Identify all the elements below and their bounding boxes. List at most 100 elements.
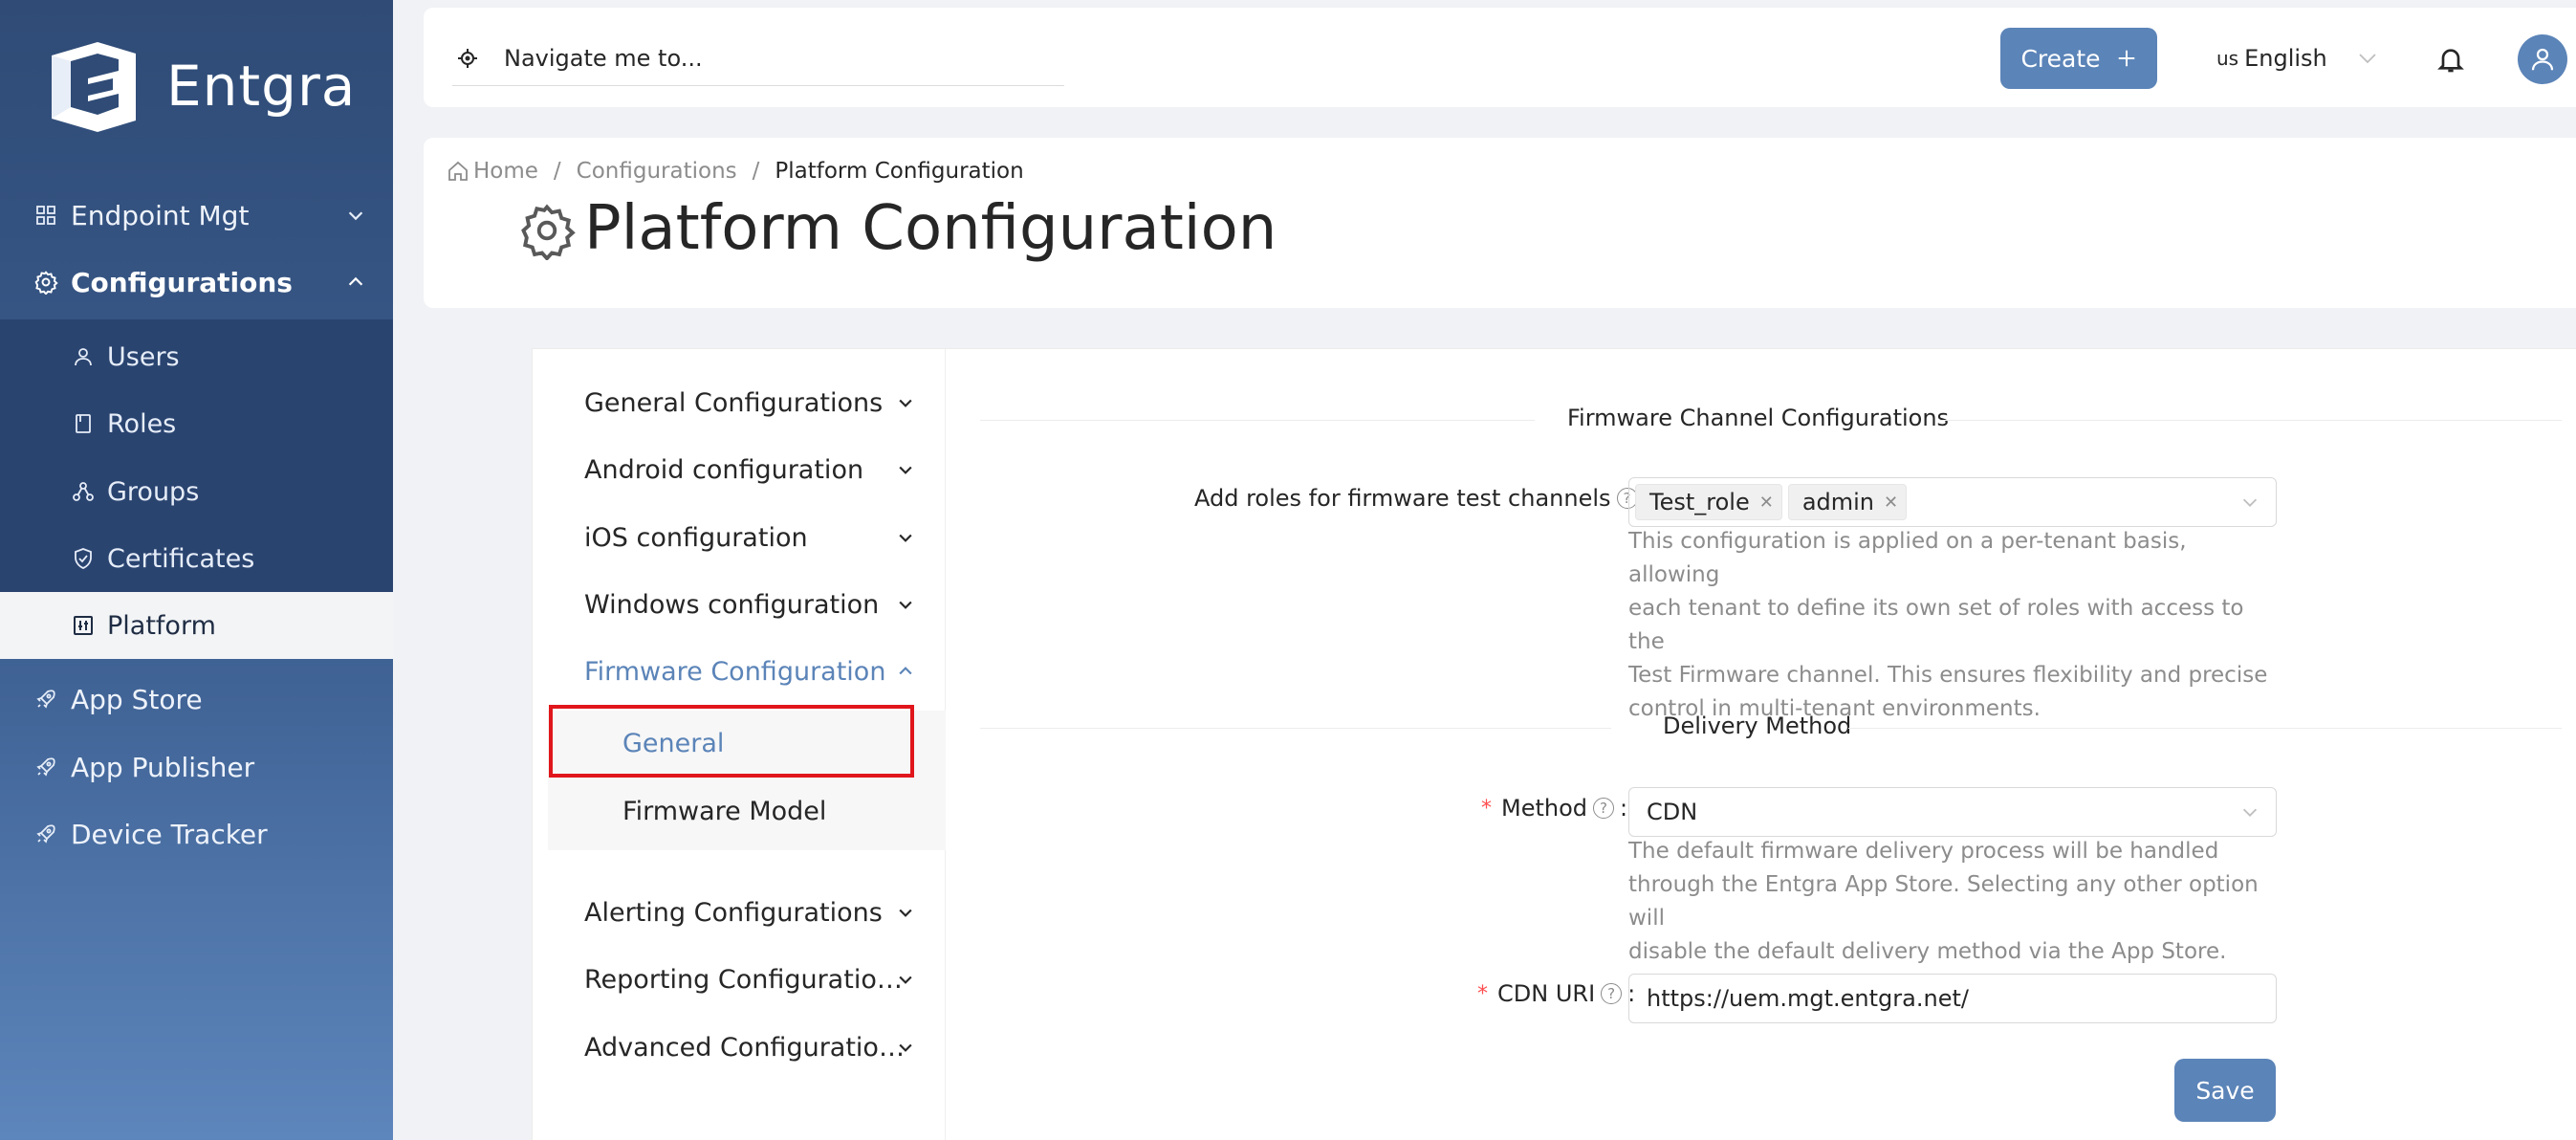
sidebar-item-label: Endpoint Mgt — [71, 199, 250, 231]
question-circle-icon[interactable]: ? — [1601, 983, 1623, 1004]
breadcrumb-configurations[interactable]: Configurations — [577, 159, 737, 184]
required-marker: * — [1481, 796, 1492, 821]
menu-reporting-configurations[interactable]: Reporting Configuratio… — [584, 951, 928, 1008]
menu-firmware-configuration[interactable]: Firmware Configuration — [584, 643, 928, 700]
help-line: Test Firmware channel. This ensures flex… — [1628, 663, 2268, 688]
role-tag-label: Test_role — [1649, 489, 1750, 515]
sidebar-item-certificates[interactable]: Certificates — [0, 525, 393, 592]
role-tag: admin ✕ — [1787, 484, 1908, 520]
chevron-down-icon — [899, 976, 912, 984]
menu-item-label: iOS configuration — [584, 522, 808, 553]
chevron-down-icon — [899, 1043, 912, 1052]
language-selector[interactable]: us English — [2216, 36, 2379, 80]
navigate-search[interactable]: Navigate me to... — [452, 31, 1064, 86]
help-line: through the Entgra App Store. Selecting … — [1628, 872, 2259, 931]
roles-label-text: Add roles for firmware test channels — [1194, 485, 1611, 512]
sidebar-item-label: Roles — [107, 408, 177, 439]
chevron-down-icon — [899, 399, 912, 407]
menu-alerting-configurations[interactable]: Alerting Configurations — [584, 884, 928, 941]
sidebar-item-endpoint-mgt[interactable]: Endpoint Mgt — [0, 182, 393, 249]
bell-icon[interactable] — [2435, 43, 2466, 76]
method-value: CDN — [1647, 799, 1698, 825]
rocket-icon — [33, 686, 59, 712]
config-card: General Configurations Android configura… — [532, 348, 2576, 1140]
chevron-down-icon — [899, 534, 912, 542]
sidebar-item-label: Configurations — [71, 266, 293, 298]
plus-icon — [2118, 50, 2134, 67]
sidebar-item-app-store[interactable]: App Store — [0, 666, 393, 733]
brand-name: Entgra — [166, 54, 357, 119]
menu-item-label: Windows configuration — [584, 589, 880, 620]
page-header: Home / Configurations / Platform Configu… — [424, 138, 2576, 308]
help-line: disable the default delivery method via … — [1628, 939, 2227, 964]
help-line: each tenant to define its own set of rol… — [1628, 596, 2244, 654]
chevron-down-icon — [899, 601, 912, 609]
roles-select[interactable]: Test_role ✕ admin ✕ — [1628, 477, 2277, 527]
menu-ios-configuration[interactable]: iOS configuration — [584, 509, 928, 566]
menu-item-label: Alerting Configurations — [584, 897, 883, 928]
question-circle-icon[interactable]: ? — [1593, 798, 1615, 819]
cdn-uri-input[interactable]: https://uem.mgt.entgra.net/ — [1628, 974, 2277, 1023]
sliders-icon — [71, 613, 96, 638]
chevron-down-icon — [2242, 808, 2258, 817]
chevron-up-icon — [899, 667, 912, 675]
cdn-uri-value: https://uem.mgt.entgra.net/ — [1647, 985, 1969, 1012]
sidebar-item-device-tracker[interactable]: Device Tracker — [0, 800, 393, 867]
sidebar-item-app-publisher[interactable]: App Publisher — [0, 734, 393, 800]
sidebar-item-groups[interactable]: Groups — [0, 458, 393, 525]
menu-firmware-model[interactable]: Firmware Model — [622, 782, 826, 840]
close-icon[interactable]: ✕ — [1884, 493, 1898, 513]
grid-icon — [33, 202, 59, 229]
search-placeholder: Navigate me to... — [504, 44, 703, 72]
section-title-firmware-channel: Firmware Channel Configurations — [1567, 405, 1950, 431]
role-tag-label: admin — [1801, 489, 1875, 515]
shield-check-icon — [71, 546, 96, 571]
create-button-label: Create — [2020, 44, 2101, 73]
menu-windows-configuration[interactable]: Windows configuration — [584, 576, 928, 633]
sidebar-item-label: Certificates — [107, 543, 255, 574]
sidebar-item-roles[interactable]: Roles — [0, 390, 393, 457]
sidebar-item-label: Device Tracker — [71, 818, 268, 850]
sidebar-item-configurations[interactable]: Configurations — [0, 249, 393, 316]
chevron-down-icon — [899, 909, 912, 917]
create-button[interactable]: Create — [2000, 28, 2157, 89]
entgra-logo[interactable]: Entgra — [42, 38, 356, 134]
divider — [1940, 420, 2562, 421]
sidebar-item-label: Platform — [107, 610, 216, 641]
sidebar-item-label: Users — [107, 341, 180, 372]
chevron-up-icon — [348, 276, 363, 286]
book-icon — [71, 411, 96, 436]
divider — [980, 420, 1535, 421]
menu-item-label: Reporting Configuratio… — [584, 964, 903, 995]
close-icon[interactable]: ✕ — [1759, 493, 1774, 513]
divider — [1848, 728, 2562, 729]
divider — [980, 728, 1611, 729]
menu-android-configuration[interactable]: Android configuration — [584, 441, 928, 498]
save-button[interactable]: Save — [2174, 1059, 2276, 1122]
sidebar-item-users[interactable]: Users — [0, 323, 393, 390]
gear-icon — [33, 269, 59, 296]
sidebar: Entgra Endpoint Mgt Configurations Users… — [0, 0, 393, 1140]
menu-item-label: Firmware Configuration — [584, 656, 886, 687]
breadcrumb-current: Platform Configuration — [775, 159, 1024, 184]
menu-item-label: General Configurations — [584, 387, 884, 418]
method-label: * Method ? : — [1481, 795, 1627, 822]
sidebar-item-platform[interactable]: Platform — [0, 592, 393, 659]
method-select[interactable]: CDN — [1628, 787, 2277, 837]
language-code: us — [2216, 47, 2239, 70]
page-title: Platform Configuration — [584, 193, 1277, 264]
chevron-down-icon — [348, 211, 363, 221]
breadcrumb-home[interactable]: Home — [473, 159, 538, 184]
language-label: English — [2244, 45, 2327, 72]
chevron-down-icon — [899, 466, 912, 474]
roles-help-text: This configuration is applied on a per-t… — [1628, 525, 2279, 726]
breadcrumb-separator: / — [553, 159, 561, 184]
menu-advanced-configurations[interactable]: Advanced Configuratio… — [584, 1019, 928, 1076]
menu-general-configurations[interactable]: General Configurations — [584, 374, 928, 431]
home-icon — [448, 161, 468, 181]
user-avatar[interactable] — [2518, 34, 2567, 84]
help-line: This configuration is applied on a per-t… — [1628, 529, 2187, 587]
menu-item-label: Advanced Configuratio… — [584, 1032, 905, 1063]
sidebar-item-label: Groups — [107, 476, 200, 507]
breadcrumb-separator: / — [752, 159, 760, 184]
